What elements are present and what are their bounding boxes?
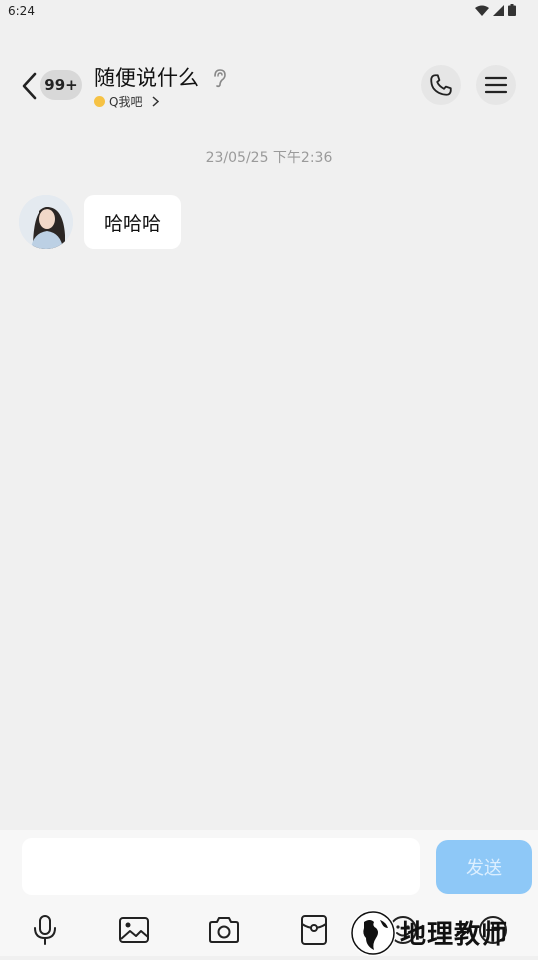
send-button[interactable]: 发送: [436, 840, 532, 894]
voice-button[interactable]: [25, 910, 65, 950]
subtitle-text: Q我吧: [109, 95, 143, 109]
status-icons: [475, 4, 516, 16]
message-input[interactable]: [22, 838, 420, 895]
red-packet-button[interactable]: [294, 910, 334, 950]
watermark-text: 地理教师: [400, 920, 509, 950]
chat-subtitle[interactable]: Q我吧: [94, 93, 160, 110]
chat-title[interactable]: 随便说什么: [94, 62, 199, 92]
globe-logo-icon: [350, 910, 396, 956]
image-icon: [119, 917, 149, 943]
message-bubble[interactable]: 哈哈哈: [84, 195, 182, 249]
battery-icon: [508, 4, 516, 16]
chat-header: 99+ 随便说什么 Q我吧: [0, 56, 538, 116]
camera-icon: [209, 917, 239, 943]
smiley-icon: [94, 96, 105, 107]
chevron-right-icon: [152, 96, 160, 107]
call-button[interactable]: [421, 65, 461, 105]
message-row: 哈哈哈: [19, 195, 182, 249]
message-timestamp: 23/05/25 下午2:36: [205, 150, 333, 166]
watermark: 地理教师: [342, 904, 538, 956]
camera-button[interactable]: [204, 910, 244, 950]
back-button[interactable]: [18, 70, 40, 102]
signal-icon: [493, 4, 504, 16]
status-bar: 6:24: [0, 0, 538, 22]
ear-icon: [212, 68, 228, 92]
phone-icon: [430, 74, 452, 96]
menu-icon: [484, 76, 508, 94]
image-button[interactable]: [114, 910, 154, 950]
wifi-icon: [475, 5, 489, 16]
status-time: 6:24: [8, 4, 35, 18]
microphone-icon: [34, 915, 56, 945]
avatar[interactable]: [19, 195, 73, 249]
unread-badge[interactable]: 99+: [40, 70, 82, 100]
red-packet-icon: [301, 915, 327, 945]
menu-button[interactable]: [476, 65, 516, 105]
back-arrow-icon: [22, 72, 37, 100]
